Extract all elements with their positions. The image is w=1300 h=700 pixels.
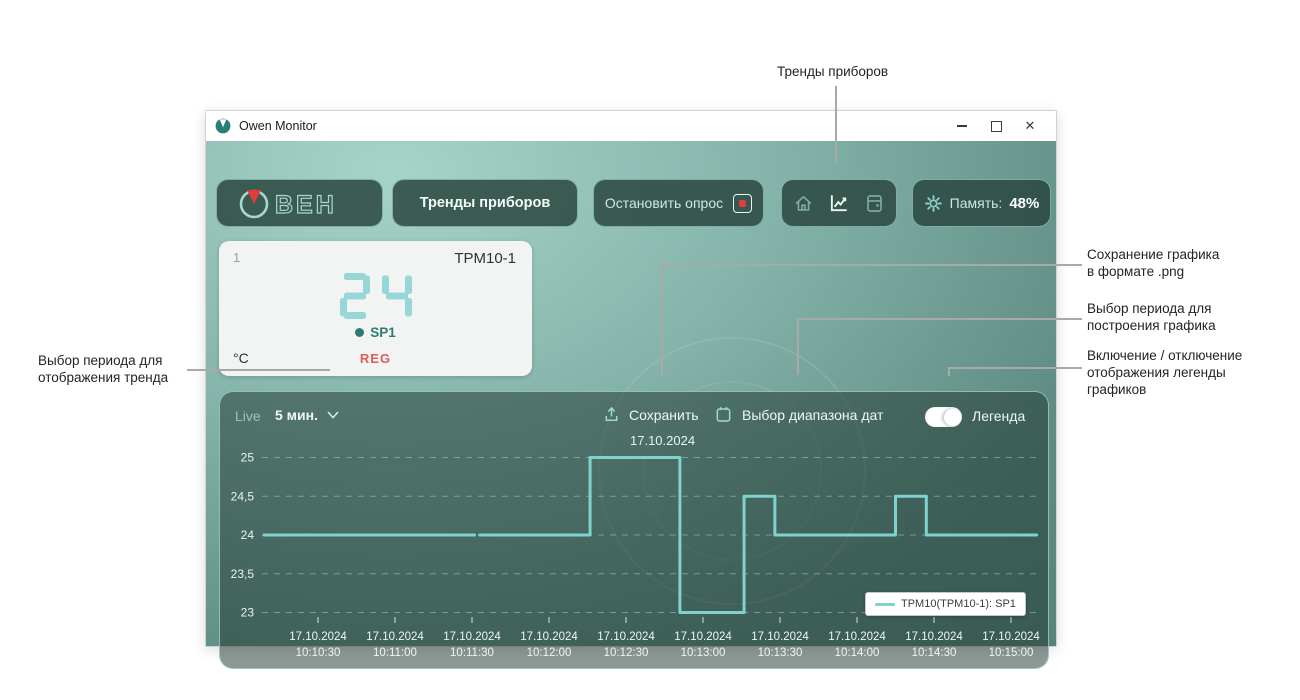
trends-page-button[interactable]: Тренды приборов: [392, 179, 578, 227]
svg-text:10:14:00: 10:14:00: [835, 647, 880, 659]
gear-icon: [924, 194, 943, 213]
device-value-display: [219, 273, 532, 319]
date-range-label: Выбор диапазона дат: [742, 407, 883, 423]
window-controls: ✕: [945, 112, 1047, 140]
setpoint-label: SP1: [370, 325, 396, 340]
app-window: Owen Monitor ✕ ВЕН Тренды приборов: [205, 110, 1057, 647]
svg-text:17.10.2024: 17.10.2024: [751, 631, 809, 643]
device-archive-icon[interactable]: [864, 193, 885, 214]
svg-text:10:15:00: 10:15:00: [989, 647, 1034, 659]
callout-line-range-h: [797, 318, 1082, 320]
setpoint-dot-icon: [355, 328, 364, 337]
minimize-icon: [957, 125, 967, 126]
svg-text:25: 25: [241, 451, 255, 465]
legend-toggle-knob: [944, 409, 961, 426]
window-title: Owen Monitor: [239, 119, 317, 133]
svg-text:10:10:30: 10:10:30: [296, 647, 341, 659]
callout-line-save-h: [661, 264, 1082, 266]
trends-page-label: Тренды приборов: [420, 195, 551, 211]
annotation-trends: Тренды приборов: [777, 63, 907, 80]
date-range-button[interactable]: Выбор диапазона дат: [714, 405, 883, 424]
callout-line-trend-period: [187, 369, 330, 371]
svg-text:17.10.2024: 17.10.2024: [828, 631, 886, 643]
save-date-label: 17.10.2024: [630, 433, 695, 448]
svg-text:17.10.2024: 17.10.2024: [674, 631, 732, 643]
svg-text:17.10.2024: 17.10.2024: [289, 631, 347, 643]
chevron-down-icon: [327, 411, 339, 419]
legend-label: Легенда: [972, 408, 1025, 424]
period-value: 5 мин.: [275, 407, 318, 423]
svg-text:10:13:00: 10:13:00: [681, 647, 726, 659]
svg-text:17.10.2024: 17.10.2024: [443, 631, 501, 643]
window-titlebar: Owen Monitor ✕: [206, 111, 1056, 141]
save-label: Сохранить: [629, 407, 699, 423]
close-button[interactable]: ✕: [1013, 112, 1047, 140]
svg-text:10:12:30: 10:12:30: [604, 647, 649, 659]
annotation-plot-period: Выбор периода для построения графика: [1087, 300, 1277, 334]
maximize-button[interactable]: [979, 112, 1013, 140]
svg-text:24: 24: [241, 528, 255, 542]
memory-button[interactable]: Память: 48%: [912, 179, 1051, 227]
minimize-button[interactable]: [945, 112, 979, 140]
legend-toggle[interactable]: [925, 407, 962, 427]
svg-text:10:14:30: 10:14:30: [912, 647, 957, 659]
svg-text:24,5: 24,5: [231, 489, 255, 503]
owen-logo-icon: ВЕН: [235, 184, 365, 222]
trend-chart-icon[interactable]: [828, 192, 850, 214]
callout-line-trends: [835, 86, 837, 163]
device-card[interactable]: 1 TPM10-1 SP1 °C REG: [219, 241, 532, 376]
svg-text:17.10.2024: 17.10.2024: [597, 631, 655, 643]
legend-series-label: TPM10(TPM10-1): SP1: [901, 598, 1016, 610]
svg-text:10:12:00: 10:12:00: [527, 647, 572, 659]
memory-label: Память:: [950, 195, 1003, 211]
callout-line-toggle-v: [948, 367, 950, 376]
svg-text:10:11:30: 10:11:30: [450, 647, 494, 659]
device-index: 1: [233, 250, 240, 265]
svg-text:10:11:00: 10:11:00: [373, 647, 417, 659]
maximize-icon: [991, 121, 1002, 132]
svg-text:17.10.2024: 17.10.2024: [982, 631, 1040, 643]
svg-text:17.10.2024: 17.10.2024: [366, 631, 424, 643]
chart-legend: TPM10(TPM10-1): SP1: [865, 592, 1026, 616]
owen-logo-button[interactable]: ВЕН: [216, 179, 383, 227]
window-body: ВЕН Тренды приборов Остановить опрос: [206, 141, 1056, 646]
callout-line-toggle-h: [948, 367, 1082, 369]
callout-line-save-v: [661, 264, 663, 375]
save-png-button[interactable]: Сохранить: [602, 405, 699, 424]
nav-icons-group: [781, 179, 897, 227]
stop-polling-button[interactable]: Остановить опрос: [593, 179, 764, 227]
annotation-trend-period: Выбор периода для отображения тренда: [38, 352, 198, 386]
annotation-save-png: Сохранение графика в формате .png: [1087, 246, 1277, 280]
trend-chart-panel: 25 24,5 24 23,5 23 17.10.2024 10:10:30 17.10.20…: [219, 391, 1049, 669]
svg-text:17.10.2024: 17.10.2024: [905, 631, 963, 643]
stop-icon: [733, 194, 752, 213]
svg-text:ВЕН: ВЕН: [275, 191, 337, 219]
setpoint-row: SP1: [219, 325, 532, 340]
callout-line-range-v: [797, 318, 799, 375]
svg-text:23,5: 23,5: [231, 567, 255, 581]
upload-save-icon: [602, 405, 621, 424]
svg-text:17.10.2024: 17.10.2024: [520, 631, 578, 643]
svg-text:10:13:30: 10:13:30: [758, 647, 803, 659]
page: Owen Monitor ✕ ВЕН Тренды приборов: [0, 0, 1300, 700]
legend-line-swatch: [875, 603, 895, 606]
live-label: Live: [235, 408, 261, 424]
stop-polling-label: Остановить опрос: [605, 195, 723, 211]
device-status: REG: [219, 351, 532, 366]
memory-value: 48%: [1009, 195, 1039, 212]
annotation-legend-toggle: Включение / отключение отображения леген…: [1087, 347, 1287, 398]
device-model: TPM10-1: [454, 250, 516, 267]
owen-app-icon: [215, 118, 231, 134]
period-dropdown[interactable]: 5 мин.: [275, 407, 339, 423]
svg-text:23: 23: [241, 606, 255, 620]
calendar-icon: [714, 405, 733, 424]
home-icon[interactable]: [793, 193, 814, 214]
